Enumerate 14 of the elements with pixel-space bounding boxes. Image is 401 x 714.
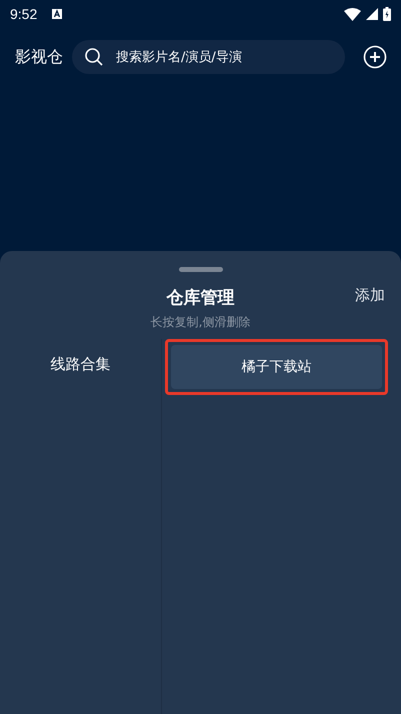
app-title: 影视仓: [15, 46, 63, 68]
sheet-title: 仓库管理: [166, 286, 234, 308]
notification-icon: [52, 9, 62, 19]
search-field[interactable]: 搜索影片名/演员/导演: [72, 40, 345, 74]
add-button[interactable]: 添加: [355, 286, 385, 305]
hint-text: 长按复制,侧滑删除: [150, 314, 252, 331]
repository-item[interactable]: 橘子下载站: [171, 345, 382, 389]
add-icon[interactable]: [363, 45, 387, 69]
battery-icon: [383, 7, 391, 21]
wifi-icon: [344, 8, 361, 20]
category-item[interactable]: 线路合集: [50, 355, 110, 374]
drag-handle[interactable]: [178, 267, 222, 272]
status-time: 9:52: [10, 6, 38, 22]
signal-icon: [366, 8, 378, 20]
